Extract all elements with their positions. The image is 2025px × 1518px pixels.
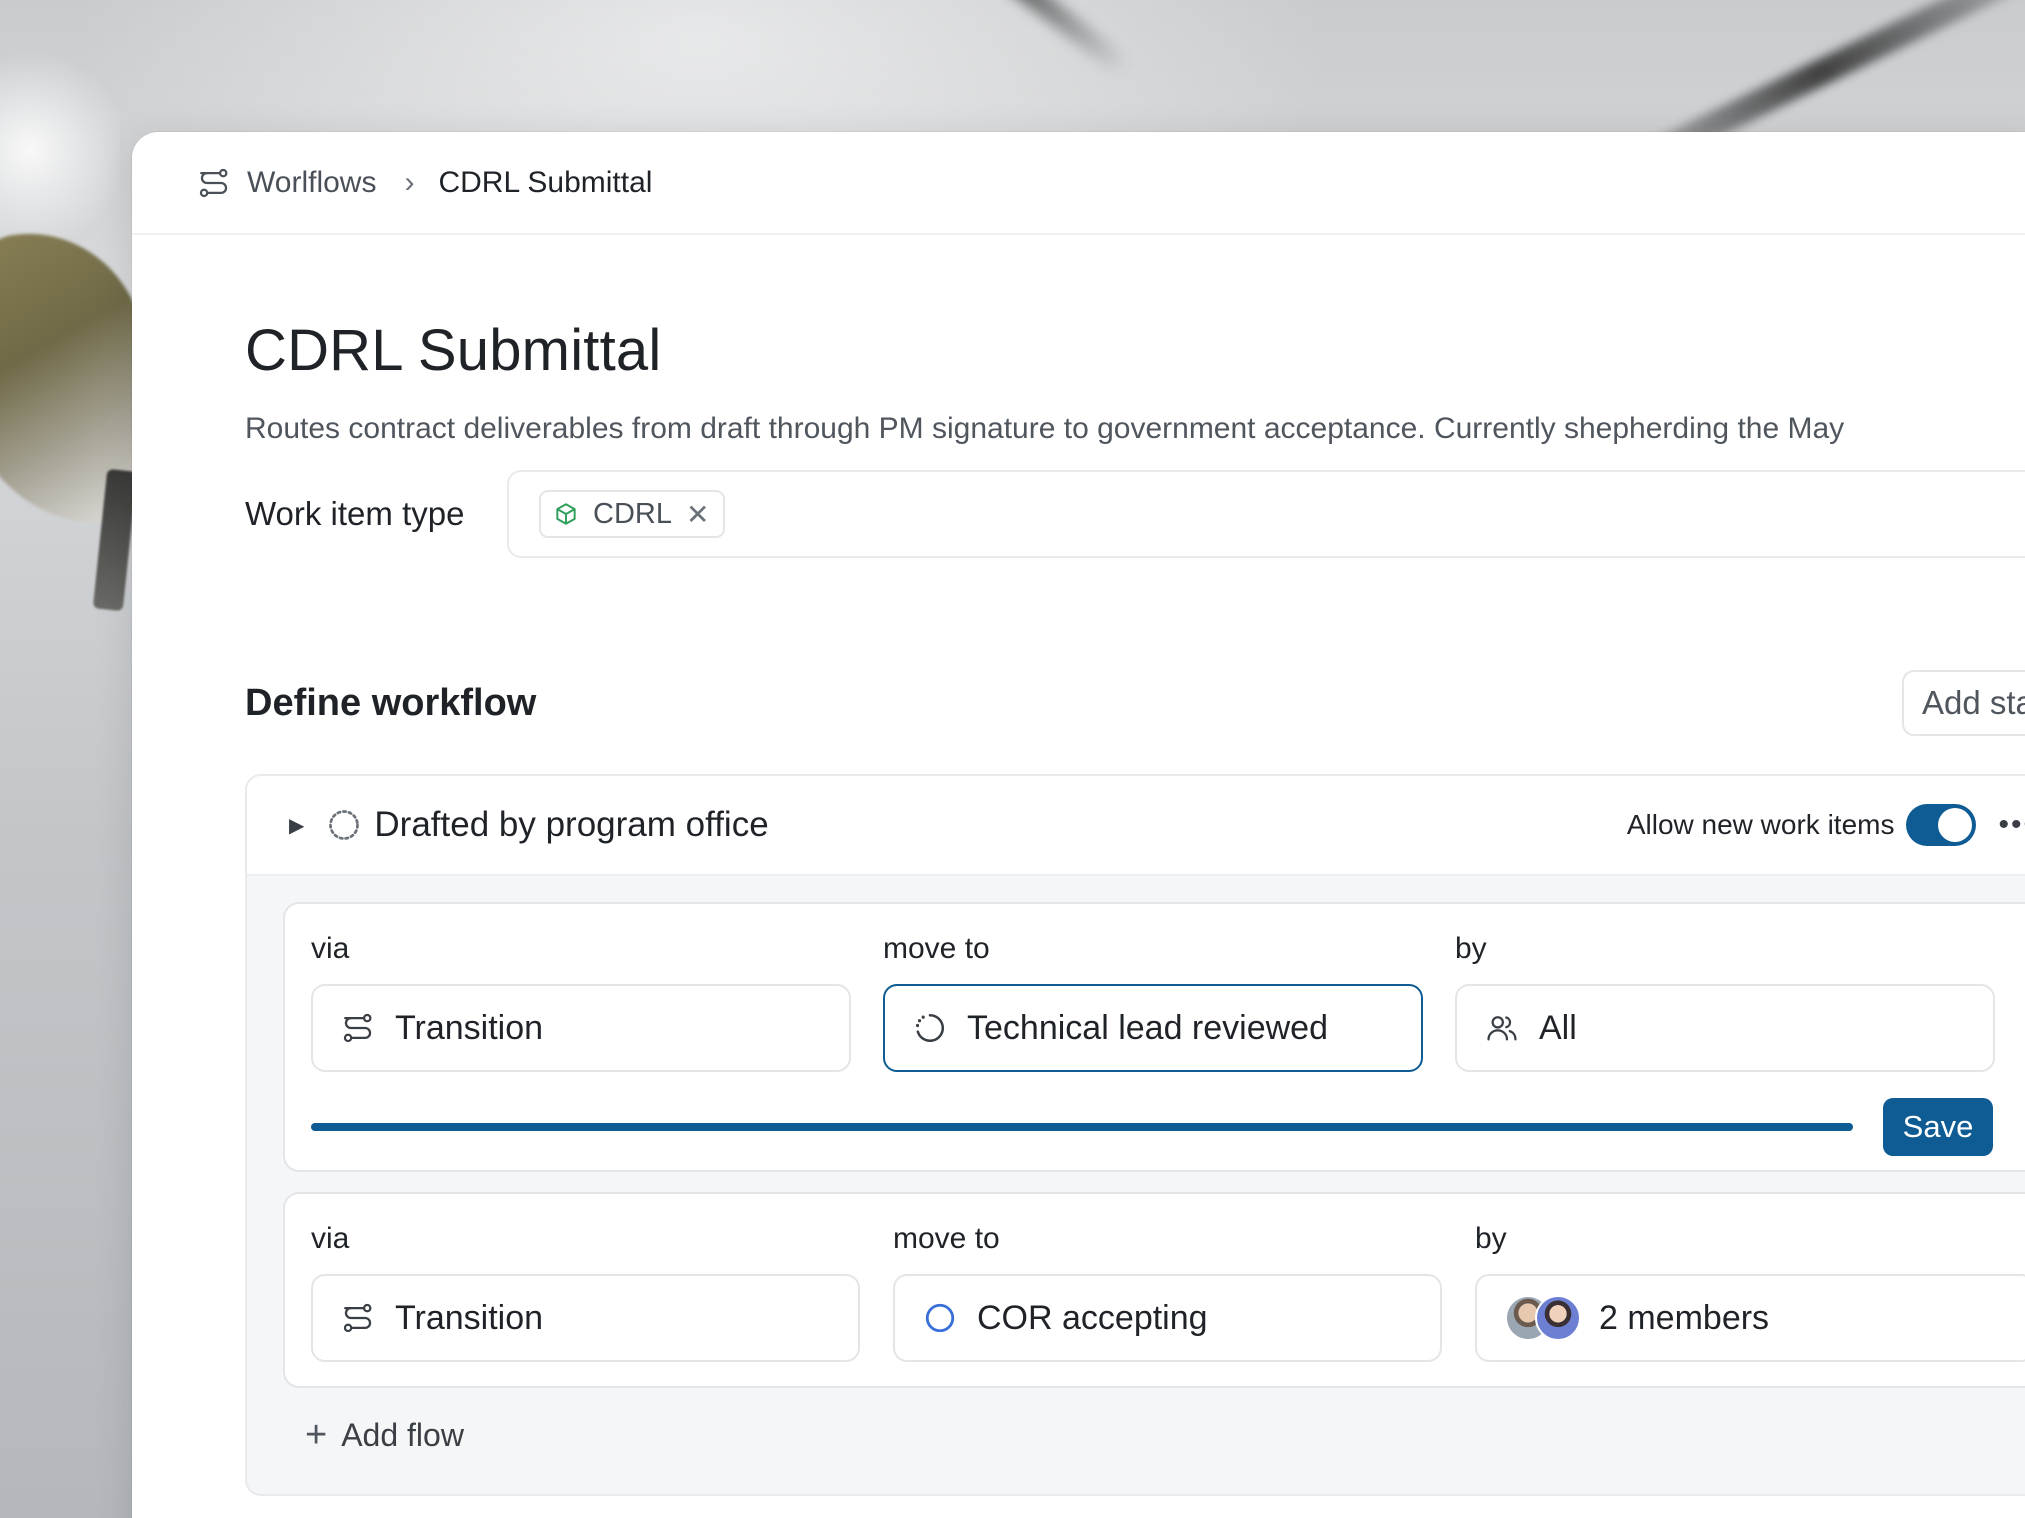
define-workflow-header: Define workflow Add stat [245,670,2025,736]
move-to-label: move to [883,932,990,965]
allow-new-items-label: Allow new work items [1626,809,1895,840]
by-column: by 2 members [1475,1222,2025,1362]
add-state-button[interactable]: Add stat [1902,670,2025,736]
dashed-circle-icon [329,810,360,840]
breadcrumb-current: CDRL Submittal [438,165,653,199]
main-content: CDRL Submittal Routes contract deliverab… [132,235,2025,1496]
app-window: Worlflows › CDRL Submittal CDRL Submitta… [132,132,2025,1518]
progress-bar [311,1123,1853,1131]
by-value: 2 members [1599,1298,1770,1337]
move-to-label: move to [893,1222,1000,1255]
save-button[interactable]: Save [1883,1098,1993,1156]
by-select[interactable]: 2 members [1475,1274,2025,1362]
via-column: via Transition [311,1222,860,1362]
more-options-icon[interactable]: ••• [1998,808,2025,842]
workflow-icon [199,168,228,197]
work-item-type-field[interactable]: CDRL ✕ [507,470,2025,558]
caret-right-icon[interactable]: ▶ [289,813,304,838]
breadcrumb-workflows-link[interactable]: Worlflows [247,166,376,200]
via-select[interactable]: Transition [311,984,851,1072]
by-value: All [1539,1008,1577,1047]
breadcrumb: Worlflows › CDRL Submittal [132,132,2025,235]
via-label: via [311,1222,350,1255]
member-avatars [1505,1295,1581,1341]
state-card: ▶ Drafted by program office Allow new wo… [245,774,2025,1496]
users-icon [1487,1016,1517,1041]
move-to-select[interactable]: COR accepting [893,1274,1442,1362]
by-select[interactable]: All [1455,984,1995,1072]
save-progress-row: Save [311,1098,2025,1156]
flows-list: via Transition move to Technical lead re… [247,876,2025,1454]
by-label: by [1475,1222,1507,1255]
chip-label: CDRL [593,497,672,530]
by-label: by [1455,932,1487,965]
flow-item: via Transition move to [283,1192,2025,1388]
state-header: ▶ Drafted by program office Allow new wo… [247,776,2025,876]
via-label: via [311,932,350,965]
page-title: CDRL Submittal [245,318,662,383]
workflow-icon [343,1303,372,1333]
move-to-select[interactable]: Technical lead reviewed [883,984,1423,1072]
progress-fill [311,1123,1853,1131]
via-select[interactable]: Transition [311,1274,860,1362]
avatar [1535,1295,1581,1341]
close-icon[interactable]: ✕ [686,498,709,531]
by-column: by All [1455,932,1995,1072]
progress-circle-icon [915,1013,945,1042]
page-description: Routes contract deliverables from draft … [245,412,1845,445]
ring-icon [925,1303,955,1333]
via-value: Transition [395,1008,544,1047]
move-to-column: move to COR accepting [893,1222,1442,1362]
chevron-right-icon: › [404,165,415,199]
workflow-icon [343,1013,372,1043]
work-item-type-label: Work item type [245,495,465,532]
move-to-value: Technical lead reviewed [967,1008,1328,1047]
work-item-type-row: Work item type CDRL ✕ [245,470,2025,558]
allow-new-items-toggle[interactable] [1906,804,1977,846]
cube-icon [556,503,576,525]
flow-item: via Transition move to [283,902,2025,1172]
state-name: Drafted by program office [374,805,769,844]
move-to-column: move to Technical lead reviewed [883,932,1423,1072]
via-column: via Transition [311,932,851,1072]
background-highlight [0,40,120,260]
via-value: Transition [395,1298,544,1337]
move-to-value: COR accepting [977,1298,1208,1337]
define-workflow-title: Define workflow [245,681,537,724]
work-item-type-chip: CDRL ✕ [539,490,726,538]
add-flow-label: Add flow [341,1416,464,1453]
plus-icon: + [305,1414,328,1456]
add-flow-button[interactable]: + Add flow [305,1416,2025,1454]
